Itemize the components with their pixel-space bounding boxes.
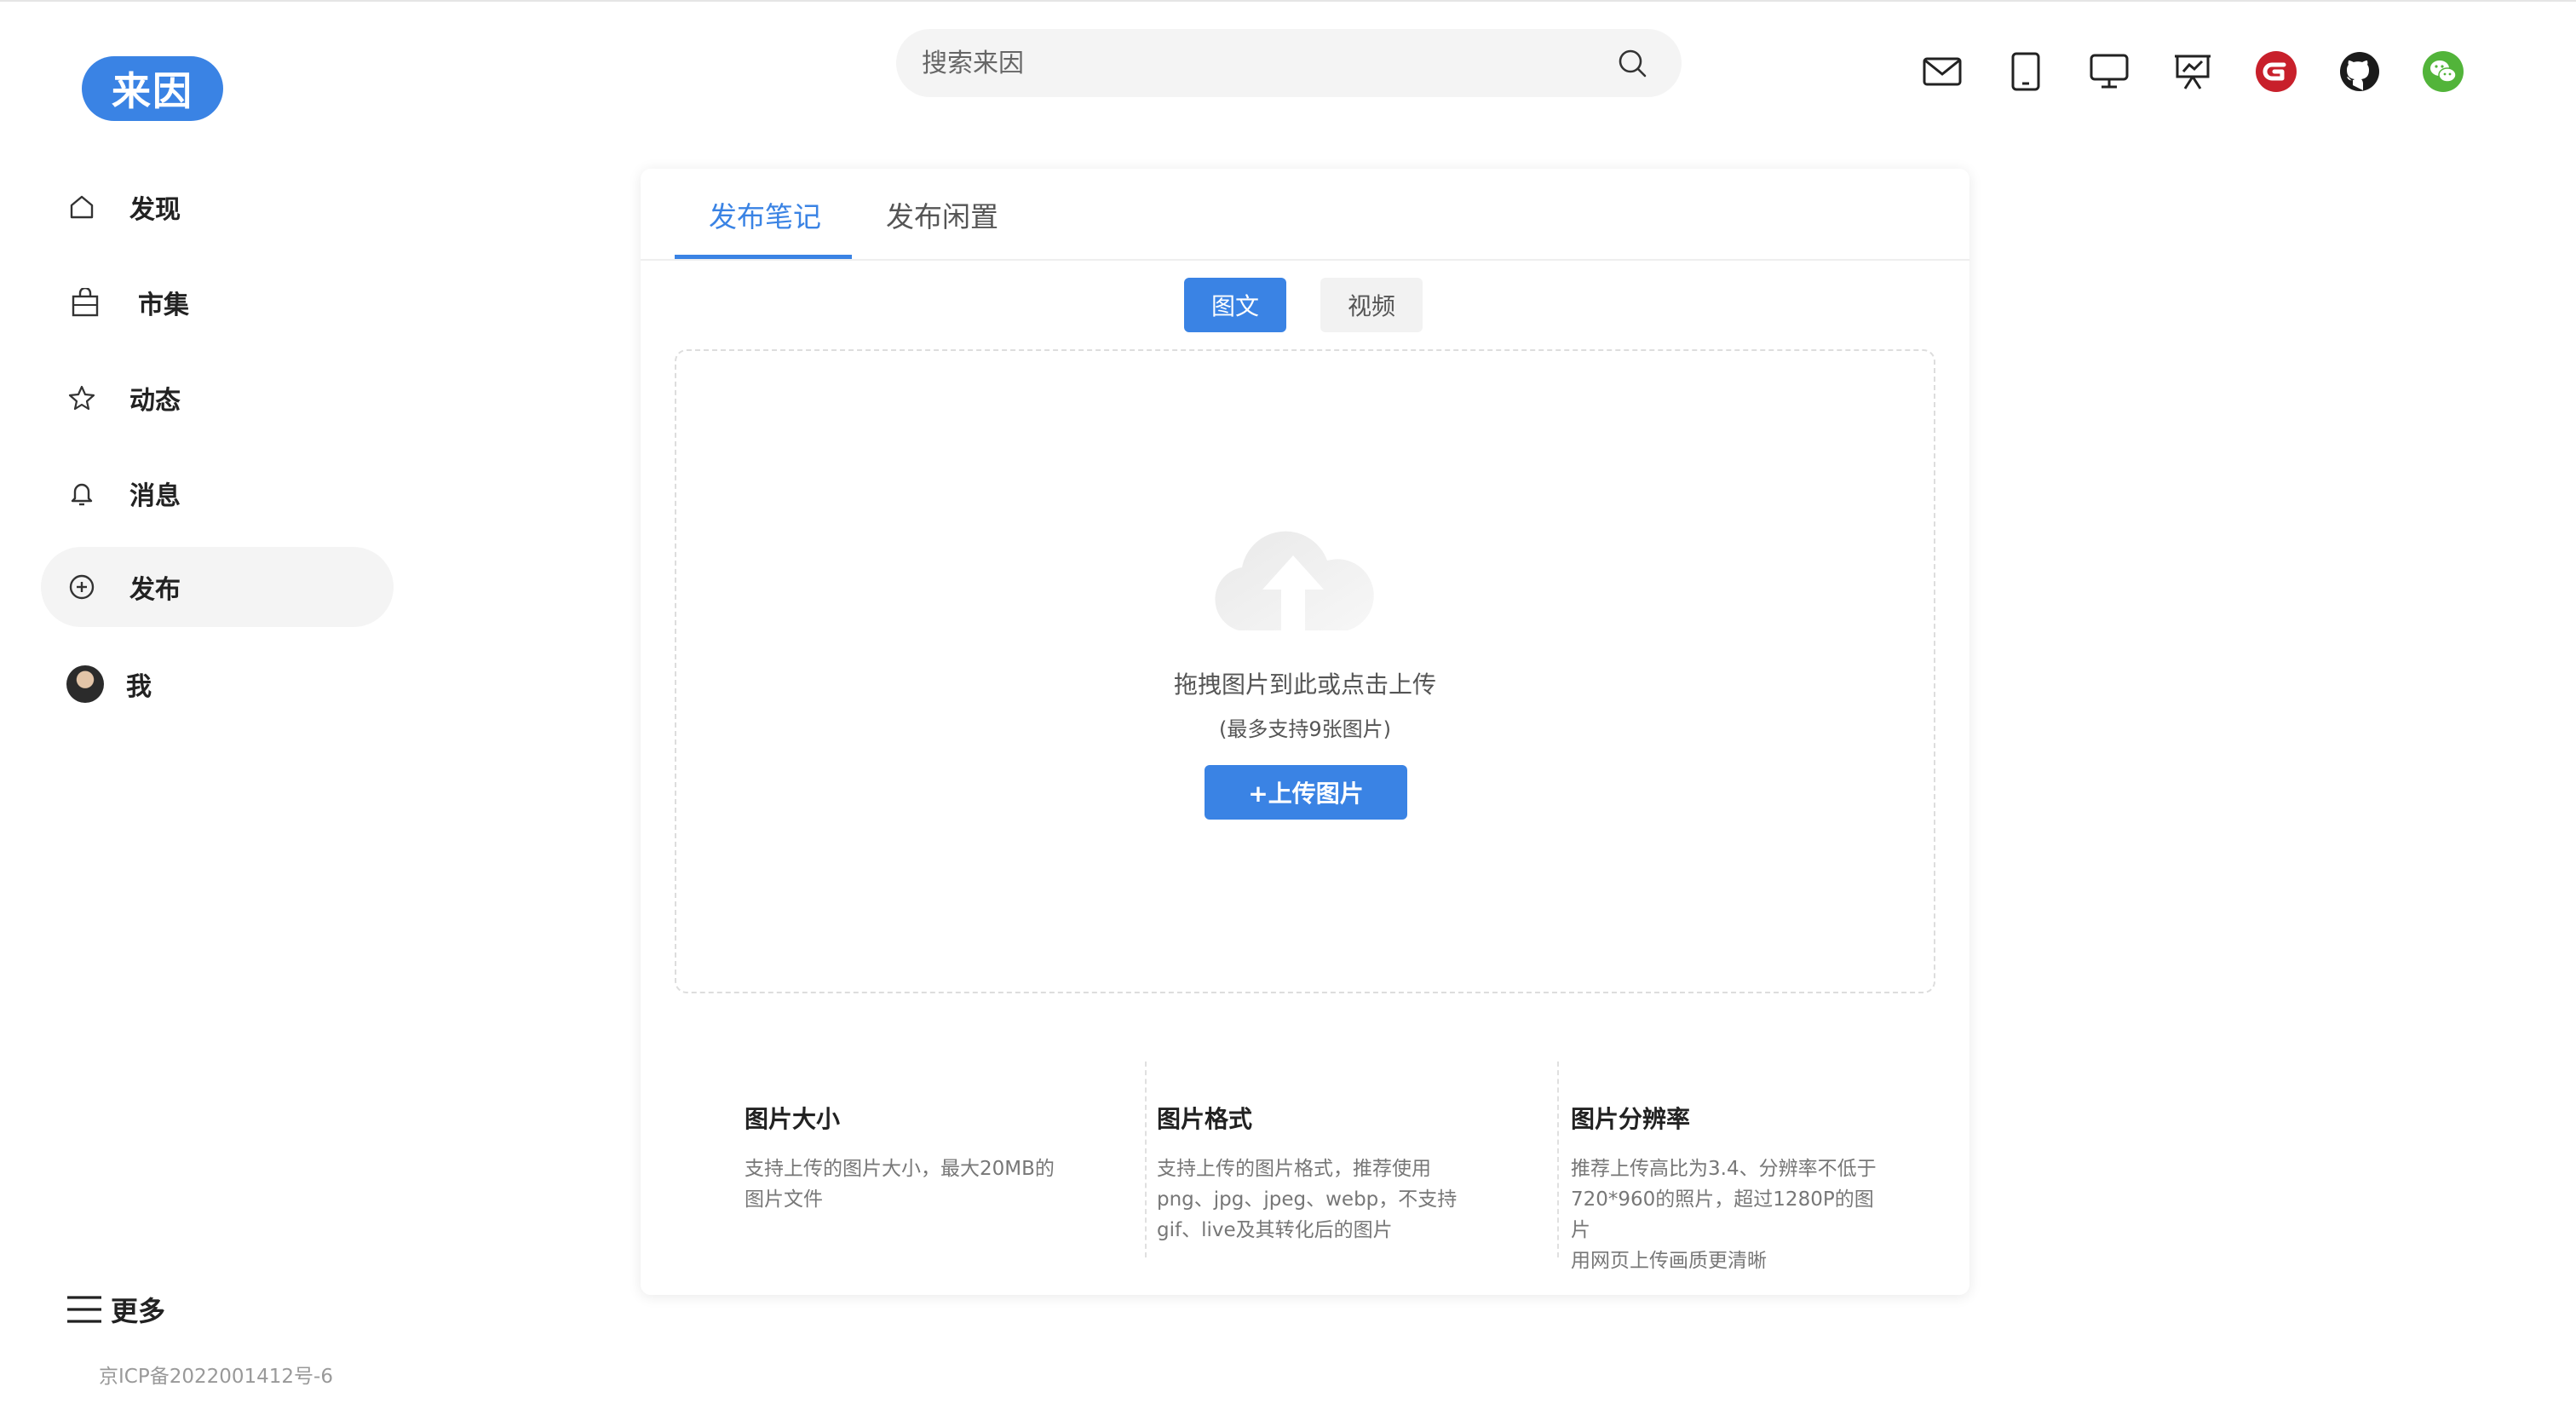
dropzone-main-text: 拖拽图片到此或点击上传: [1173, 670, 1436, 699]
monitor-icon[interactable]: [2087, 49, 2131, 94]
more-label: 更多: [111, 1295, 166, 1327]
plus-circle-icon: [66, 572, 97, 602]
tip-image-resolution: 图片分辨率 推荐上传高比为3.4、分辨率不低于 720*960的照片，超过1280…: [1557, 1101, 1889, 1276]
logo[interactable]: 来因: [82, 56, 223, 121]
home-icon: [66, 192, 97, 222]
shopping-bag-icon: [70, 287, 101, 318]
avatar: [66, 665, 104, 703]
dropzone-sub-text: (最多支持9张图片): [1219, 717, 1391, 741]
sidebar-item-messages[interactable]: 消息: [41, 453, 394, 533]
sidebar-item-label: 我: [126, 672, 152, 702]
tab-active-indicator: [675, 255, 852, 259]
sidebar-item-label: 发现: [129, 195, 181, 225]
publish-tabs: 发布笔记 发布闲置: [641, 169, 1969, 261]
menu-icon: [67, 1296, 101, 1323]
sidebar-item-publish[interactable]: 发布: [41, 547, 394, 627]
segment-image-text[interactable]: 图文: [1184, 278, 1286, 332]
tab-publish-idle[interactable]: 发布闲置: [886, 194, 998, 259]
tip-text: 支持上传的图片格式，推荐使用 png、jpg、jpeg、webp，不支持 gif、l…: [1157, 1158, 1458, 1241]
bell-icon: [66, 478, 97, 509]
search-input[interactable]: [922, 29, 1603, 97]
tablet-icon[interactable]: [2004, 49, 2048, 94]
publish-card: 发布笔记 发布闲置 图文 视频 拖拽图片到此或点击上传 (最多支持9张图片) +…: [641, 169, 1969, 1295]
tip-image-format: 图片格式 支持上传的图片格式，推荐使用 png、jpg、jpeg、webp，不支持…: [1145, 1101, 1477, 1246]
more-menu[interactable]: 更多: [66, 1290, 165, 1329]
tab-publish-note[interactable]: 发布笔记: [709, 194, 821, 259]
g-brand-icon[interactable]: [2254, 49, 2298, 94]
upload-image-button[interactable]: +上传图片: [1205, 765, 1407, 820]
github-icon[interactable]: [2337, 49, 2382, 94]
segment-video[interactable]: 视频: [1320, 278, 1423, 332]
sidebar-item-discover[interactable]: 发现: [41, 167, 394, 247]
cloud-upload-icon: [1215, 531, 1374, 630]
wechat-icon[interactable]: [2421, 49, 2465, 94]
tip-title: 图片格式: [1157, 1105, 1253, 1133]
avatar-image: [66, 665, 104, 703]
star-icon: [66, 383, 97, 413]
tip-text: 推荐上传高比为3.4、分辨率不低于 720*960的照片，超过1280P的图片 用网…: [1571, 1158, 1877, 1272]
icp-license[interactable]: 京ICP备2022001412号-6: [99, 1360, 333, 1389]
presentation-icon[interactable]: [2171, 49, 2215, 94]
sidebar-item-label: 动态: [129, 386, 181, 416]
sidebar-item-label: 市集: [138, 291, 189, 320]
sidebar-item-label: 消息: [129, 481, 181, 511]
tip-title: 图片大小: [745, 1105, 841, 1133]
mail-icon[interactable]: [1920, 49, 1964, 94]
upload-dropzone[interactable]: 拖拽图片到此或点击上传 (最多支持9张图片) +上传图片: [675, 349, 1935, 993]
search-bar[interactable]: [896, 29, 1682, 97]
search-icon[interactable]: [1617, 48, 1647, 78]
sidebar-item-feed[interactable]: 动态: [41, 358, 394, 438]
tip-image-size: 图片大小 支持上传的图片大小，最大20MB的 图片文件: [745, 1101, 1077, 1215]
sidebar-item-market[interactable]: 市集: [41, 262, 394, 342]
tip-text: 支持上传的图片大小，最大20MB的 图片文件: [745, 1158, 1055, 1211]
top-border: [0, 0, 2576, 2]
tip-title: 图片分辨率: [1571, 1105, 1691, 1133]
sidebar-item-label: 发布: [129, 575, 181, 605]
sidebar-item-me[interactable]: 我: [41, 644, 394, 724]
